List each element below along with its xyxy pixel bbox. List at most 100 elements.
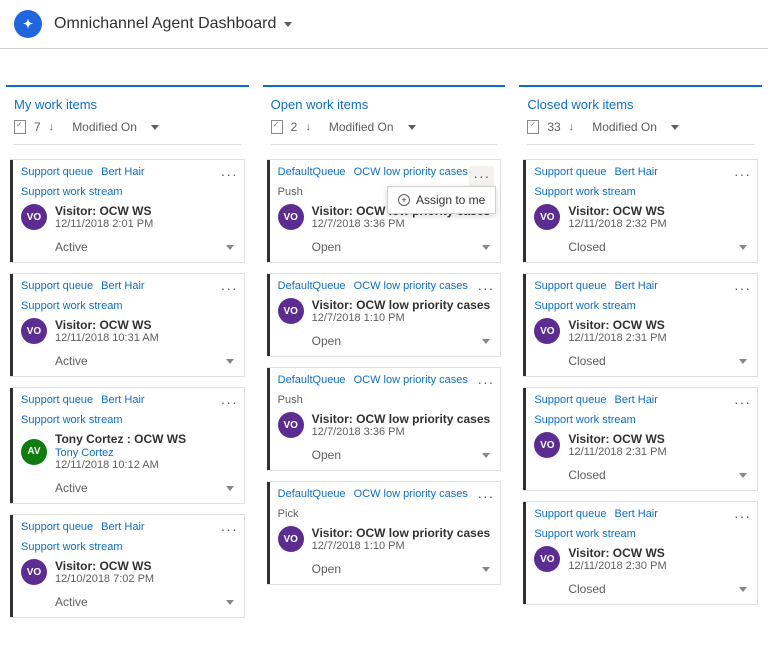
chevron-down-icon[interactable]: [482, 567, 490, 572]
card-body: Support queue Bert Hair Support work strea…: [13, 160, 244, 262]
tag-link[interactable]: Bert Hair: [101, 166, 144, 178]
chevron-down-icon[interactable]: [226, 245, 234, 250]
card-main-row: VOVisitor: OCW WS12/11/2018 10:31 AM: [21, 318, 236, 344]
tag-label: Push: [278, 394, 303, 406]
card-title: Visitor: OCW WS: [568, 546, 666, 560]
card-body: Support queue Bert Hair Support work strea…: [526, 160, 757, 262]
tag-link[interactable]: OCW low priority cases: [354, 488, 468, 500]
tag-link[interactable]: Support queue: [21, 166, 93, 178]
tag-link[interactable]: Bert Hair: [615, 508, 658, 520]
card-tags: Support queue Bert Hair Support work strea…: [534, 280, 749, 312]
tag-link[interactable]: Support work stream: [21, 541, 122, 553]
tag-link[interactable]: OCW low priority cases: [354, 166, 468, 178]
more-button[interactable]: ···: [477, 488, 494, 504]
sort-selector[interactable]: Modified On: [592, 120, 657, 134]
more-button[interactable]: ···: [221, 166, 238, 182]
tag-link[interactable]: DefaultQueue: [278, 166, 346, 178]
tag-link[interactable]: Support work stream: [534, 300, 635, 312]
card-main-row: VOVisitor: OCW WS12/11/2018 2:31 PM: [534, 318, 749, 344]
work-item-card[interactable]: Support queue Bert Hair Support work strea…: [523, 387, 758, 491]
tag-link[interactable]: Support work stream: [21, 186, 122, 198]
card-status: Open: [312, 562, 341, 576]
arrow-down-icon: ↓: [305, 121, 311, 133]
chevron-down-icon[interactable]: [739, 359, 747, 364]
tag-link[interactable]: Support queue: [21, 521, 93, 533]
chevron-down-icon[interactable]: [739, 245, 747, 250]
card-status: Open: [312, 448, 341, 462]
more-button[interactable]: ···: [221, 521, 238, 537]
card-tags: Support queue Bert Hair Support work strea…: [21, 394, 236, 426]
card-status: Active: [55, 240, 88, 254]
tag-link[interactable]: Support queue: [534, 280, 606, 292]
card-main-row: VOVisitor: OCW WS12/10/2018 7:02 PM: [21, 559, 236, 585]
more-button[interactable]: ···: [734, 508, 751, 524]
card-body: Support queue Bert Hair Support work strea…: [526, 274, 757, 376]
sort-selector[interactable]: Modified On: [329, 120, 394, 134]
work-item-card[interactable]: DefaultQueue OCW low priority cases Push ··…: [267, 367, 502, 471]
chevron-down-icon[interactable]: [739, 473, 747, 478]
work-item-card[interactable]: Support queue Bert Hair Support work strea…: [10, 159, 245, 263]
card-title: Visitor: OCW WS: [568, 318, 666, 332]
work-item-card[interactable]: Support queue Bert Hair Support work strea…: [523, 159, 758, 263]
avatar: VO: [534, 204, 560, 230]
work-item-card[interactable]: DefaultQueueOCW low priority casesPick··…: [267, 481, 502, 585]
work-item-card[interactable]: Support queue Bert Hair Support work strea…: [523, 273, 758, 377]
tag-link[interactable]: Support queue: [534, 508, 606, 520]
tag-link[interactable]: Support work stream: [534, 414, 635, 426]
card-date: 12/11/2018 2:31 PM: [568, 446, 666, 458]
more-button[interactable]: ···: [221, 394, 238, 410]
more-button[interactable]: ···: [734, 280, 751, 296]
columns-container: My work items7↓Modified OnSupport queueB…: [0, 85, 768, 628]
tag-link[interactable]: Support queue: [534, 166, 606, 178]
work-item-card[interactable]: Support queue Bert Hair Support work strea…: [10, 273, 245, 377]
sort-selector[interactable]: Modified On: [72, 120, 137, 134]
chevron-down-icon[interactable]: [482, 339, 490, 344]
dashboard-title-selector[interactable]: Omnichannel Agent Dashboard: [54, 15, 292, 33]
tag-link[interactable]: Support work stream: [21, 300, 122, 312]
tag-link[interactable]: Bert Hair: [101, 394, 144, 406]
card-sublink[interactable]: Tony Cortez: [55, 447, 186, 459]
tag-link[interactable]: DefaultQueue: [278, 280, 346, 292]
tag-link[interactable]: OCW low priority cases: [354, 280, 468, 292]
chevron-down-icon[interactable]: [226, 486, 234, 491]
tag-link[interactable]: Support work stream: [21, 414, 122, 426]
tag-link[interactable]: Bert Hair: [615, 280, 658, 292]
more-button[interactable]: ···: [734, 166, 751, 182]
tag-link[interactable]: Bert Hair: [101, 280, 144, 292]
more-button[interactable]: ···: [734, 394, 751, 410]
tag-link[interactable]: Support queue: [534, 394, 606, 406]
avatar: VO: [21, 559, 47, 585]
work-item-card[interactable]: DefaultQueueOCW low priority casesPush··…: [267, 159, 502, 263]
tag-link[interactable]: Support queue: [21, 394, 93, 406]
tag-link[interactable]: OCW low priority cases: [354, 374, 468, 386]
card-date: 12/11/2018 2:32 PM: [568, 218, 666, 230]
chevron-down-icon[interactable]: [482, 453, 490, 458]
chevron-down-icon[interactable]: [226, 359, 234, 364]
avatar: VO: [534, 318, 560, 344]
work-item-card[interactable]: Support queue Bert Hair Support work strea…: [523, 501, 758, 605]
tag-link[interactable]: DefaultQueue: [278, 488, 346, 500]
tag-link[interactable]: Bert Hair: [101, 521, 144, 533]
assign-to-me-menuitem[interactable]: +Assign to me: [387, 186, 496, 214]
tag-link[interactable]: Bert Hair: [615, 166, 658, 178]
card-status: Closed: [568, 582, 605, 596]
more-button[interactable]: ···: [221, 280, 238, 296]
card-date: 12/7/2018 3:36 PM: [312, 426, 491, 438]
tag-link[interactable]: Support work stream: [534, 186, 635, 198]
card-status-row: Open: [278, 326, 493, 356]
more-button[interactable]: ···: [469, 166, 494, 186]
chevron-down-icon[interactable]: [226, 600, 234, 605]
work-item-card[interactable]: DefaultQueueOCW low priority cases···VOV…: [267, 273, 502, 357]
work-item-card[interactable]: Support queue Bert Hair Support work strea…: [10, 387, 245, 504]
tag-link[interactable]: DefaultQueue: [278, 374, 346, 386]
more-button[interactable]: ···: [477, 374, 494, 390]
chevron-down-icon[interactable]: [739, 587, 747, 592]
tag-link[interactable]: Support queue: [21, 280, 93, 292]
chevron-down-icon[interactable]: [482, 245, 490, 250]
tag-link[interactable]: Support work stream: [534, 528, 635, 540]
more-button[interactable]: ···: [477, 280, 494, 296]
card-tags: DefaultQueueOCW low priority casesPick: [278, 488, 493, 520]
tag-link[interactable]: Bert Hair: [615, 394, 658, 406]
card-status: Closed: [568, 468, 605, 482]
work-item-card[interactable]: Support queue Bert Hair Support work strea…: [10, 514, 245, 618]
